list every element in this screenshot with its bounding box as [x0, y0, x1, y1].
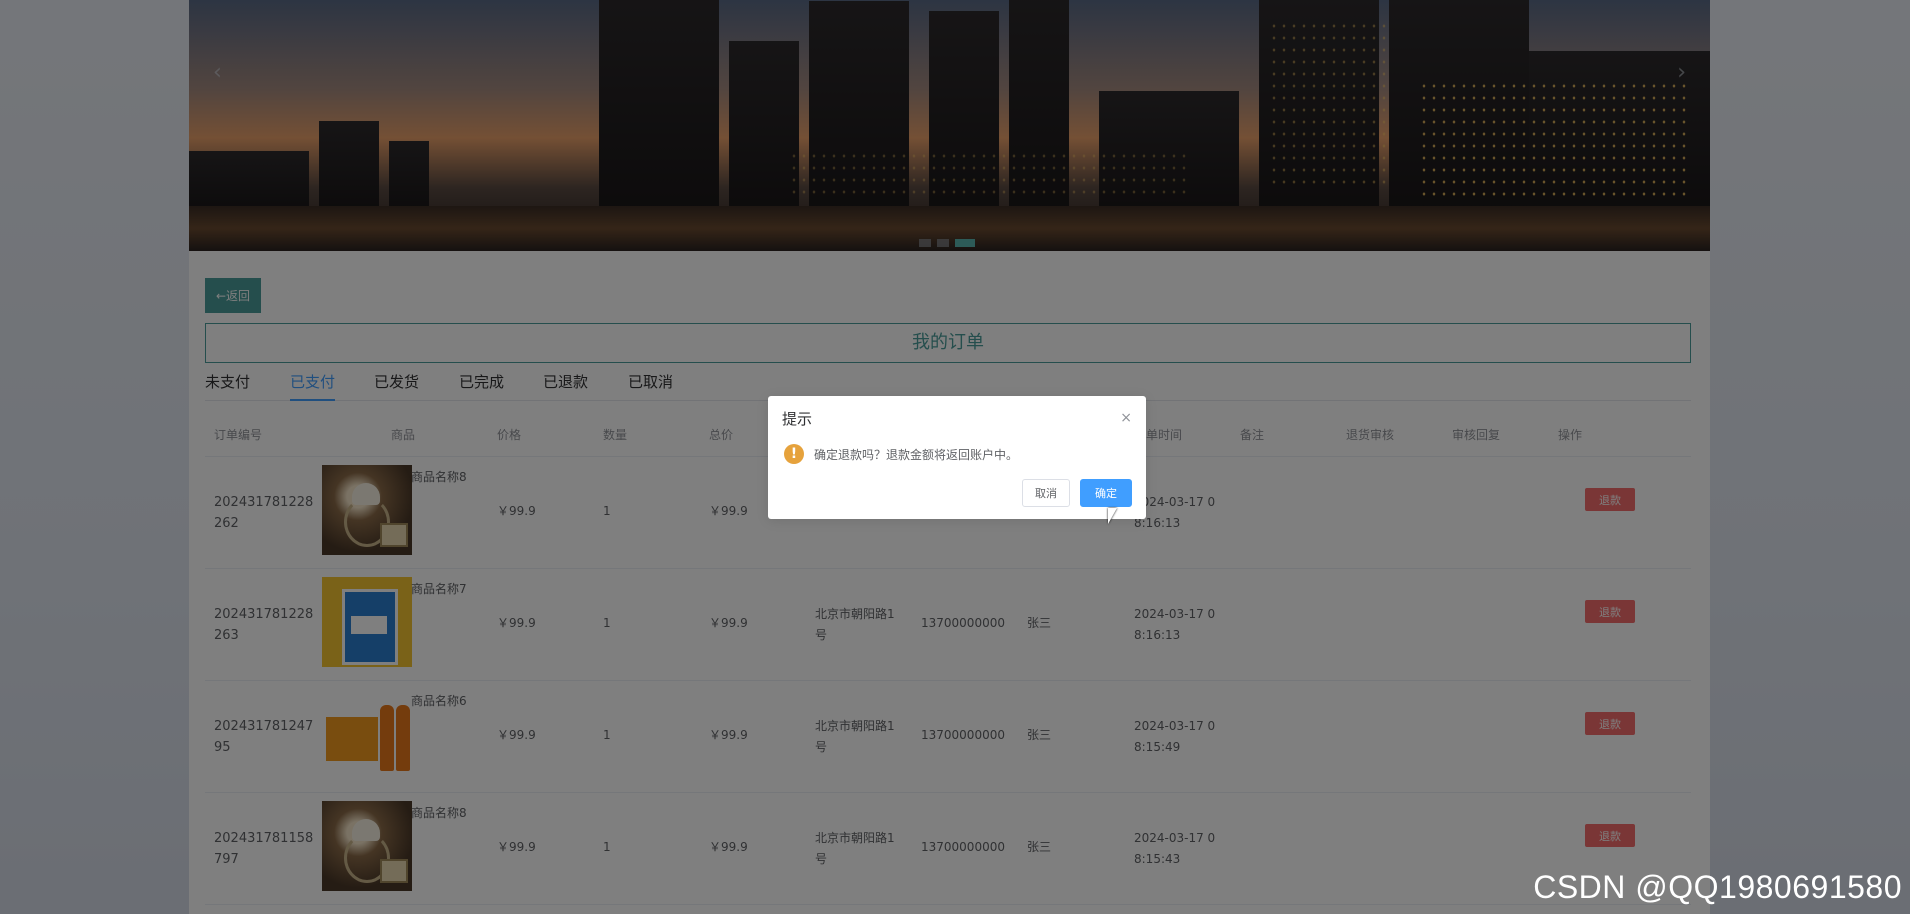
close-icon[interactable]: × [1120, 410, 1132, 426]
cancel-button[interactable]: 取消 [1022, 479, 1070, 507]
warning-icon: ! [784, 444, 804, 464]
dialog-message: 确定退款吗？退款金额将返回账户中。 [814, 448, 1019, 462]
watermark: CSDN @QQ1980691580 [1533, 869, 1902, 905]
dialog-title: 提示 [782, 410, 813, 428]
confirm-dialog: 提示 × ! 确定退款吗？退款金额将返回账户中。 取消 确定 [768, 396, 1146, 519]
confirm-button[interactable]: 确定 [1080, 479, 1132, 507]
